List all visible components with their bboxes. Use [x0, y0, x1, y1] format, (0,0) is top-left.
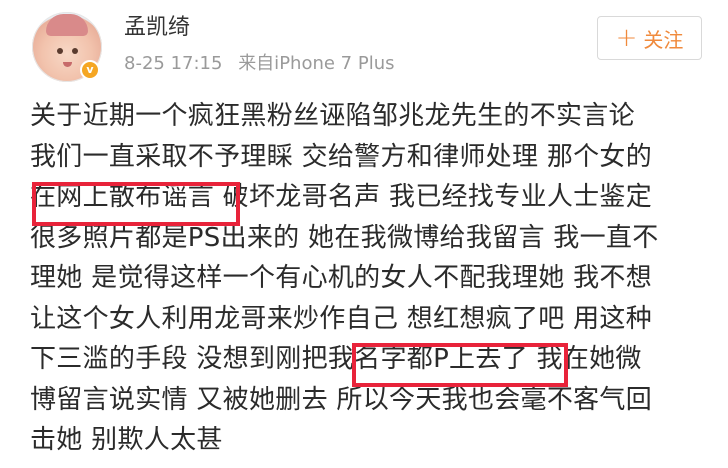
avatar-hat: [46, 14, 88, 36]
post-body: 关于近期一个疯狂黑粉丝诬陷邹兆龙先生的不实言论 我们一直采取不予理睬 交给警方和…: [30, 96, 720, 461]
post-body-line: 在网上散布谣言 破坏龙哥名声 我已经找专业人士鉴定: [30, 182, 653, 212]
follow-button-label: 关注: [643, 27, 684, 52]
post-header: v 孟凯绮 8-25 17:15 来自iPhone 7 Plus + 关注: [0, 0, 728, 100]
follow-button[interactable]: + 关注: [597, 16, 702, 60]
post-body-line: 我们一直采取不予理睬 交给警方和律师处理 那个女的: [30, 141, 653, 172]
avatar-eye-left: [57, 48, 63, 54]
post-body-line: 很多照片都是PS出来的 她在我微博给我留言 我一直不: [30, 222, 659, 253]
author-name[interactable]: 孟凯绮: [124, 14, 190, 42]
post-date: 8-25 17:15: [124, 53, 223, 74]
post-source[interactable]: 来自iPhone 7 Plus: [238, 53, 394, 74]
avatar-eye-right: [72, 48, 78, 54]
plus-icon: +: [615, 23, 638, 53]
post-body-line: 击她 别欺人太甚: [30, 425, 223, 455]
post-body-line: 让这个女人利用龙哥来炒作自己 想红想疯了吧 用这种: [30, 303, 653, 334]
post-body-line: 下三滥的手段 没想到刚把我名字都P上去了 我在她微: [30, 344, 642, 374]
post-body-line: 博留言说实情 又被她删去 所以今天我也会毫不客气回: [30, 384, 653, 415]
post-meta: 8-25 17:15 来自iPhone 7 Plus: [124, 52, 394, 76]
post-body-line: 关于近期一个疯狂黑粉丝诬陷邹兆龙先生的不实言论: [30, 101, 635, 131]
post-body-line: 理她 是觉得这样一个有心机的女人不配我理她 我不想: [30, 263, 653, 293]
avatar-mouth: [63, 62, 72, 67]
verified-badge-icon: v: [80, 60, 100, 80]
